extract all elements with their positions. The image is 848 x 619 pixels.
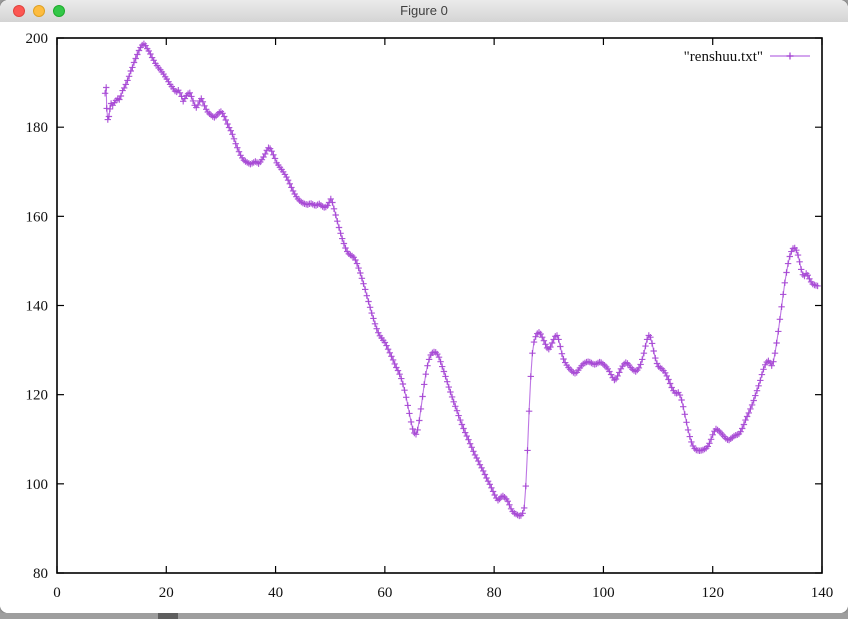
x-tick-label: 40 [268,585,283,601]
legend-plus-marker-icon [787,53,794,60]
background-strip [0,613,848,619]
y-tick-label: 100 [26,477,49,493]
y-tick-label: 140 [26,299,49,315]
axes-ticks-and-labels: 0 20 40 60 80 100 120 140 80 100 120 140 160 180 200 [26,31,834,601]
y-tick-label: 180 [26,120,49,136]
x-tick-label: 60 [377,585,392,601]
x-tick-label: 100 [592,585,615,601]
window-titlebar[interactable]: Figure 0 [0,0,848,23]
y-tick-label: 160 [26,209,49,225]
y-tick-label: 80 [33,566,48,582]
plot-border [57,38,822,573]
x-tick-label: 80 [487,585,502,601]
gnuplot-figure-window: Figure 0 0 20 40 60 80 100 120 140 80 100 120 140 16… [0,0,848,613]
x-tick-label: 120 [701,585,724,601]
close-button[interactable] [13,5,25,17]
zoom-button[interactable] [53,5,65,17]
legend: "renshuu.txt" [684,49,810,65]
chart-svg: 0 20 40 60 80 100 120 140 80 100 120 140 160 180 200 "… [0,22,848,613]
y-tick-label: 120 [26,388,49,404]
traffic-lights [13,5,65,17]
legend-label: "renshuu.txt" [684,49,763,65]
x-tick-label: 0 [53,585,61,601]
data-series-plus-markers [102,41,821,519]
x-tick-label: 140 [811,585,834,601]
x-tick-label: 20 [159,585,174,601]
y-tick-label: 200 [26,31,49,47]
window-title: Figure 0 [400,0,448,22]
desktop: { "window": { "title": "Figure 0", "butt… [0,0,848,619]
minimize-button[interactable] [33,5,45,17]
plot-canvas: 0 20 40 60 80 100 120 140 80 100 120 140 160 180 200 "… [0,22,848,613]
background-dark-segment [158,613,178,619]
